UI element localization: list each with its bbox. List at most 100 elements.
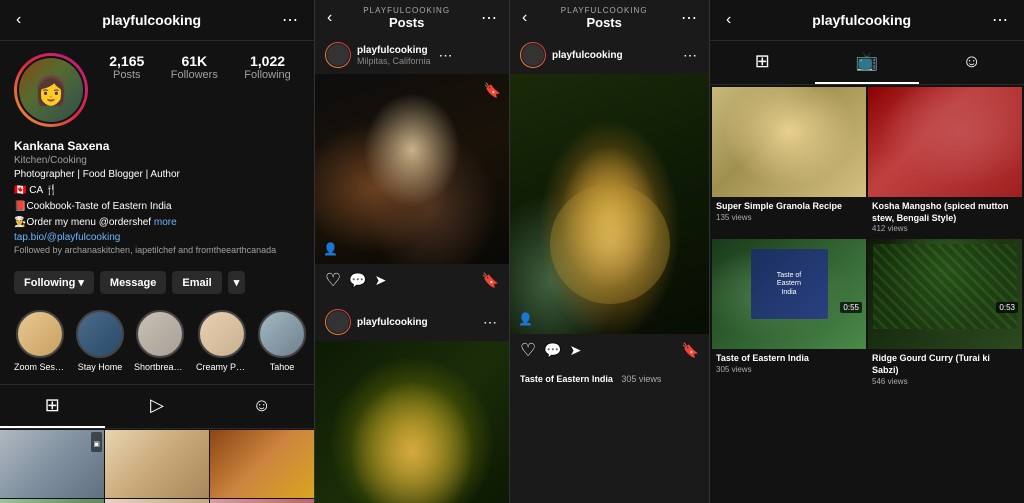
bio-category: Kitchen/Cooking (14, 155, 300, 166)
post-avatar-1 (325, 42, 351, 68)
more-link[interactable]: more (154, 217, 177, 228)
grid-icon: ⊞ (45, 395, 60, 416)
more-options-igtv[interactable]: ⋯ (990, 8, 1010, 32)
highlight-thumb-zoom (16, 310, 64, 358)
post-username-3: playfulcooking (552, 50, 675, 61)
post-title-2: Posts (529, 15, 679, 30)
back-button-post1[interactable]: ‹ (325, 7, 334, 29)
post-header-1: ‹ PLAYFULCOOKING Posts ⋯ (315, 0, 509, 36)
highlight-item-stayhome[interactable]: Stay Home (76, 310, 124, 372)
dropdown-button[interactable]: ▾ (228, 271, 246, 294)
post-avatar-inner-1 (326, 43, 350, 67)
grid-cell-6[interactable] (210, 499, 314, 503)
avatar-ring: 👩 (14, 53, 88, 127)
stats-row: 2,165 Posts 61K Followers 1,022 Followin… (100, 53, 300, 81)
post-views-1: 305 views (621, 374, 661, 384)
followers-stat[interactable]: 61K Followers (171, 53, 218, 81)
profile-username: playfulcooking (102, 12, 201, 28)
comment-icon-1[interactable]: 💬 (349, 272, 366, 289)
video-meta-4: Ridge Gourd Curry (Turai ki Sabzi) 546 v… (868, 349, 1022, 389)
profile-tab-bar: ⊞ ▷ ☺ (0, 384, 314, 429)
back-button-igtv[interactable]: ‹ (724, 9, 733, 31)
bio-name: Kankana Saxena (14, 139, 300, 153)
more-options-post2[interactable]: ⋯ (679, 6, 699, 30)
comment-icon-large[interactable]: 💬 (544, 342, 561, 359)
bookmark-icon-1[interactable]: 🔖 (484, 82, 501, 99)
highlight-label-stayhome: Stay Home (78, 362, 123, 372)
following-button[interactable]: Following ▾ (14, 271, 94, 294)
grid-tab-icon: ⊞ (755, 51, 770, 72)
post-avatar-2 (325, 309, 351, 335)
video-title-4: Ridge Gourd Curry (Turai ki Sabzi) (872, 353, 1018, 376)
email-button[interactable]: Email (172, 271, 221, 294)
video-thumb-1 (712, 87, 866, 197)
highlight-item-shortbread[interactable]: Shortbread... (134, 310, 186, 372)
post-panel-1: ‹ PLAYFULCOOKING Posts ⋯ playfulcooking … (315, 0, 510, 503)
grid-cell-1[interactable]: ▣ (0, 430, 104, 498)
highlights-row: Zoom Sessi... Stay Home Shortbread... Cr… (0, 302, 314, 380)
followers-count: 61K (181, 53, 207, 69)
post-more-icon-3[interactable]: ⋯ (681, 45, 699, 66)
heart-icon-1[interactable]: ♡ (325, 270, 341, 291)
posts-stat[interactable]: 2,165 Posts (109, 53, 144, 81)
grid-cell-2[interactable] (105, 430, 209, 498)
back-button-post2[interactable]: ‹ (520, 7, 529, 29)
post-food-visual-1 (315, 74, 509, 264)
bio-link[interactable]: tap.bio/@playfulcooking (14, 232, 300, 243)
video-thumb-3: Taste ofEasternIndia 0:55 (712, 239, 866, 349)
video-item-2[interactable]: Kosha Mangsho (spiced mutton stew, Benga… (868, 87, 1022, 237)
post-title-block-2: PLAYFULCOOKING Posts (529, 6, 679, 30)
post-image-1: 🔖 👤 (315, 74, 509, 264)
posts-count: 2,165 (109, 53, 144, 69)
post-caption-title: Taste of Eastern India (520, 374, 613, 384)
heart-icon-large[interactable]: ♡ (520, 340, 536, 361)
post-title-block-1: PLAYFULCOOKING Posts (334, 6, 479, 30)
posts-label: Posts (113, 69, 141, 81)
post-image-large: 👤 (510, 74, 709, 334)
share-icon-1[interactable]: ➤ (375, 272, 387, 289)
highlight-label-pasta: Creamy Pasta (196, 362, 248, 372)
share-icon-large[interactable]: ➤ (570, 342, 582, 359)
grid-cell-5[interactable] (105, 499, 209, 503)
igtv-header: ‹ playfulcooking ⋯ (710, 0, 1024, 41)
profile-panel: ‹ playfulcooking ⋯ 👩 2,165 Posts 61K (0, 0, 315, 503)
grid-cell-4[interactable] (0, 499, 104, 503)
igtv-tab-grid[interactable]: ⊞ (710, 41, 815, 84)
video-views-3: 305 views (716, 365, 862, 374)
post-more-icon-2[interactable]: ⋯ (481, 312, 499, 333)
tab-tagged[interactable]: ☺ (209, 385, 314, 428)
highlight-thumb-stayhome (76, 310, 124, 358)
igtv-tab-igtv[interactable]: 📺 (815, 41, 920, 84)
more-options-button[interactable]: ⋯ (280, 8, 300, 32)
video-item-1[interactable]: Super Simple Granola Recipe 135 views (712, 87, 866, 237)
igtv-tab-bar: ⊞ 📺 ☺ (710, 41, 1024, 85)
more-options-post1[interactable]: ⋯ (479, 6, 499, 30)
user-tag-icon-1[interactable]: 👤 (323, 242, 338, 256)
reels-icon: ▷ (150, 395, 164, 416)
video-item-3[interactable]: Taste ofEasternIndia 0:55 Taste of Easte… (712, 239, 866, 389)
post-location-1: Milpitas, California (357, 56, 431, 66)
highlight-item-zoom[interactable]: Zoom Sessi... (14, 310, 66, 372)
highlight-item-tahoe[interactable]: Tahoe (258, 310, 306, 372)
followers-label: Followers (171, 69, 218, 81)
tab-reels[interactable]: ▷ (105, 385, 210, 428)
post-user-row-1: playfulcooking Milpitas, California ⋯ (315, 36, 509, 74)
photo-grid: ▣ (0, 430, 314, 503)
grid-cell-3[interactable] (210, 430, 314, 498)
save-icon-1[interactable]: 🔖 (482, 272, 499, 289)
post-title-1: Posts (334, 15, 479, 30)
video-item-4[interactable]: 0:53 Ridge Gourd Curry (Turai ki Sabzi) … (868, 239, 1022, 389)
user-tag-large[interactable]: 👤 (518, 312, 533, 326)
tagged-tab-icon: ☺ (962, 51, 980, 72)
tab-grid[interactable]: ⊞ (0, 385, 105, 428)
igtv-tab-tagged[interactable]: ☺ (919, 41, 1024, 84)
following-stat[interactable]: 1,022 Following (244, 53, 290, 81)
video-title-1: Super Simple Granola Recipe (716, 201, 862, 213)
post-more-icon-1[interactable]: ⋯ (437, 45, 455, 66)
post-username-1: playfulcooking (357, 45, 431, 56)
post-user-info-1: playfulcooking Milpitas, California (357, 45, 431, 66)
message-button[interactable]: Message (100, 271, 166, 294)
back-button[interactable]: ‹ (14, 9, 23, 31)
save-icon-large[interactable]: 🔖 (682, 342, 699, 359)
highlight-item-pasta[interactable]: Creamy Pasta (196, 310, 248, 372)
